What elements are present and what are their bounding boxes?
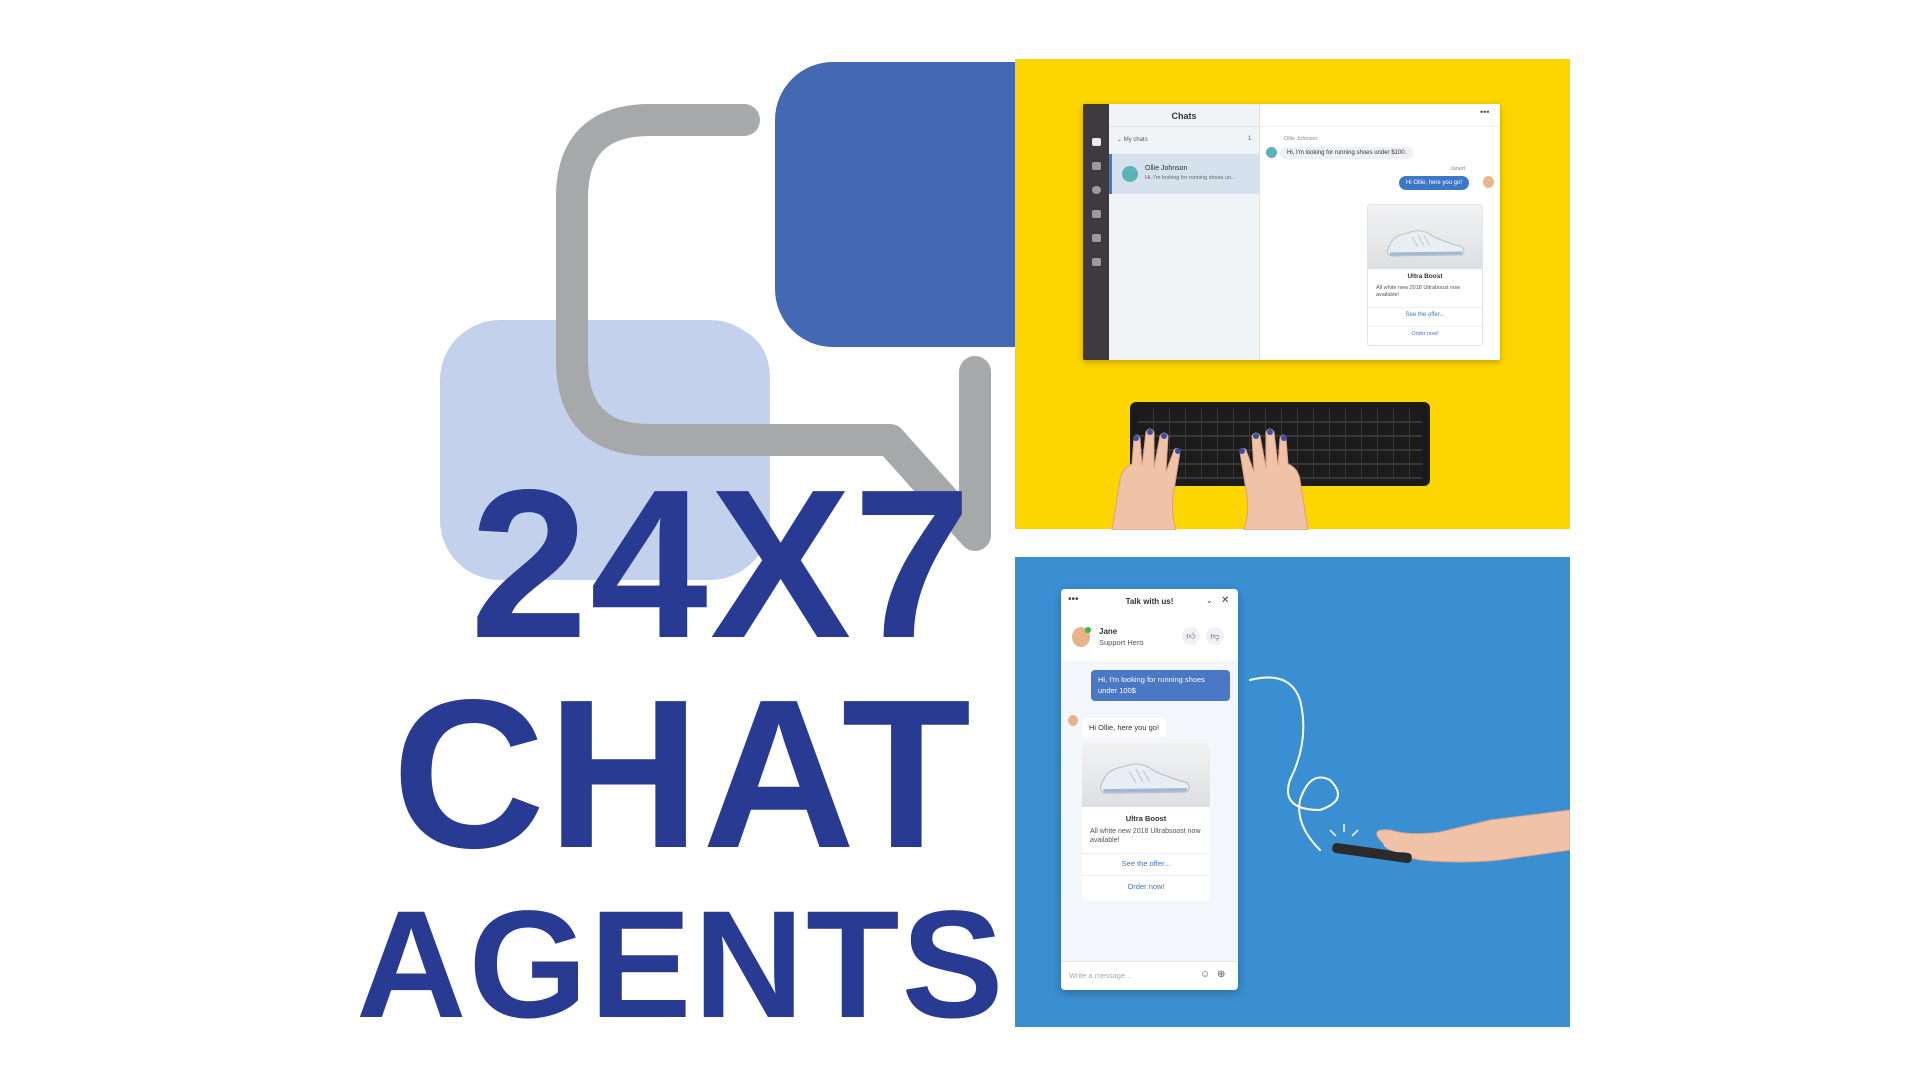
order-now-link[interactable]: Order now! (1082, 882, 1210, 891)
more-dots-icon[interactable]: ••• (1480, 107, 1489, 117)
app-title: Chats (1171, 111, 1197, 121)
chat-item-name: Ollie Johnson (1145, 165, 1188, 172)
agent-role: Support Hero (1099, 638, 1144, 647)
message-input[interactable] (1069, 971, 1189, 980)
agent-message: Hi Ollie, here you go! (1399, 176, 1470, 190)
chat-item-preview: Hi, I'm looking for running shoes un... (1145, 175, 1236, 181)
product-description: All white new 2018 Ultraboost now availa… (1376, 285, 1461, 299)
chevron-down-icon[interactable]: ⌄ (1206, 596, 1213, 605)
archive-icon[interactable] (1092, 210, 1101, 218)
product-title: Ultra Boost (1125, 814, 1167, 823)
avatar (1122, 166, 1138, 182)
divider (1260, 126, 1500, 127)
product-image (1082, 743, 1210, 807)
product-description: All white new 2018 Ultrabsoost now avail… (1090, 828, 1201, 845)
shoe-icon (1387, 230, 1465, 257)
customer-message: Hi, I'm looking for running shoes under … (1280, 147, 1414, 159)
my-chats-text: My chats (1123, 137, 1148, 143)
team-icon[interactable] (1092, 234, 1101, 242)
hand-holding-phone-illustration (1329, 809, 1570, 864)
divider (1082, 853, 1210, 854)
attachment-icon[interactable]: ⊕ (1217, 969, 1225, 980)
agent-name: Janett (1450, 166, 1465, 172)
agent-app-window: Chats ⌄ My chats 1 Ollie Johnson Hi, I'm… (1083, 104, 1500, 360)
divider (1082, 875, 1210, 876)
headline-line-1: 24X7 (470, 445, 974, 682)
headline-line-2: CHAT (392, 655, 974, 892)
history-icon[interactable] (1092, 186, 1101, 194)
divider (1368, 326, 1482, 327)
right-hand-illustration (1239, 428, 1309, 530)
product-card: Ultra Boost All white new 2018 Ultraboos… (1367, 204, 1483, 346)
shoe-icon (1100, 763, 1190, 794)
contacts-icon[interactable] (1092, 162, 1101, 170)
chat-list: Chats ⌄ My chats 1 Ollie Johnson Hi, I'm… (1109, 104, 1260, 360)
agent-message: Hi Ollie, here you go! (1082, 718, 1167, 737)
avatar (1266, 147, 1277, 158)
divider (1109, 126, 1259, 127)
divider (1368, 307, 1482, 308)
conversation-pane: ••• Ollie Johnson Hi, I'm looking for ru… (1260, 104, 1500, 360)
chat-list-item[interactable]: Ollie Johnson Hi, I'm looking for runnin… (1109, 154, 1259, 194)
customer-name: Ollie Johnson (1284, 136, 1318, 142)
avatar (1068, 715, 1078, 726)
my-chats-count: 1 (1248, 136, 1252, 142)
agent-name: Jane (1099, 627, 1118, 636)
chat-widget: ••• Talk with us! ⌄ ✕ Jane Support Hero … (1061, 589, 1238, 990)
chat-icon[interactable] (1092, 138, 1101, 146)
product-card: Ultra Boost All white new 2018 Ultrabsoo… (1082, 743, 1210, 901)
see-offer-link[interactable]: See the offer... (1082, 859, 1210, 868)
see-offer-link[interactable]: See the offer... (1368, 312, 1482, 318)
headline-line-3: AGENTS (356, 879, 1006, 1050)
product-title: Ultra Boost (1407, 273, 1443, 280)
order-now-link[interactable]: Order now! (1368, 331, 1482, 337)
close-icon[interactable]: ✕ (1221, 595, 1229, 606)
message-composer: ☺ ⊕ (1061, 961, 1238, 990)
dark-chat-bubble (775, 62, 1035, 347)
reports-icon[interactable] (1092, 258, 1101, 266)
thumbs-down-icon[interactable]: 👎︎ (1206, 627, 1224, 645)
widget-header: ••• Talk with us! ⌄ ✕ Jane Support Hero … (1061, 589, 1238, 661)
emoji-icon[interactable]: ☺ (1200, 969, 1210, 980)
online-status-dot (1085, 627, 1091, 633)
thumbs-up-icon[interactable]: 👍︎ (1182, 627, 1200, 645)
my-chats-label[interactable]: ⌄ My chats (1117, 136, 1148, 143)
customer-message: Hi, I'm looking for running shoes under … (1091, 670, 1230, 701)
product-image (1368, 205, 1482, 269)
avatar (1483, 176, 1494, 188)
app-sidebar-rail (1083, 104, 1109, 360)
